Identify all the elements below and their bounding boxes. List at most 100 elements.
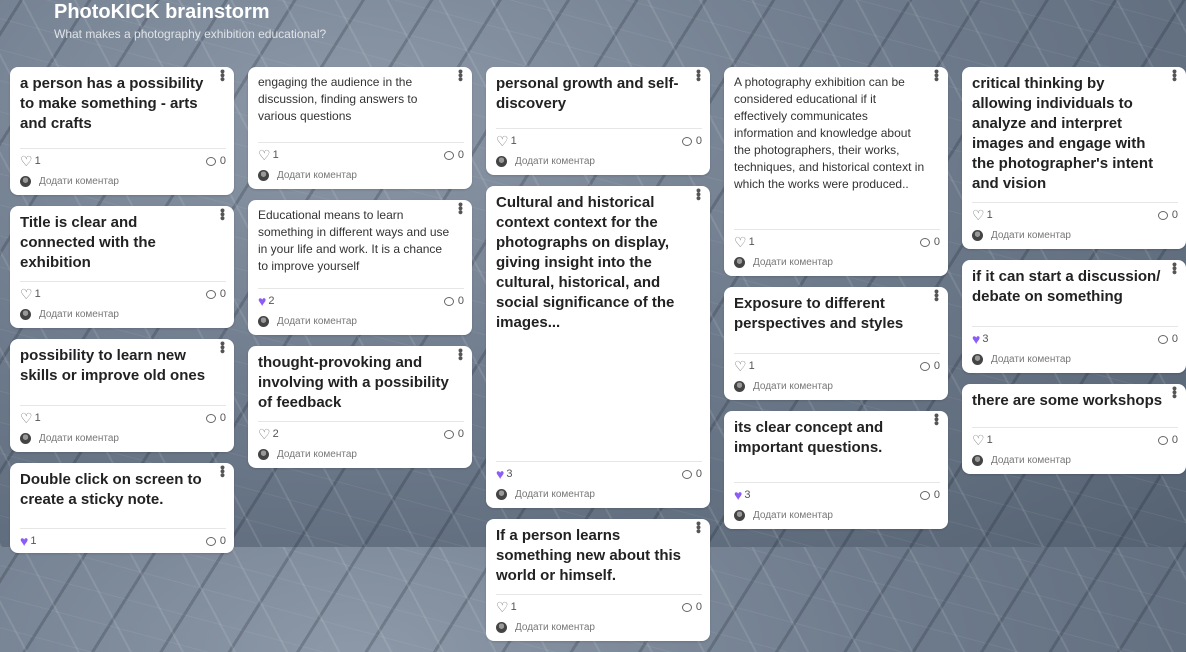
more-options-icon[interactable]: ••• (691, 521, 707, 533)
comments-button[interactable]: 0 (919, 236, 940, 248)
sticky-note[interactable]: ••• Exposure to different perspectives an… (724, 287, 948, 400)
sticky-note[interactable]: ••• there are some workshops ♡ 1 0 Додати ком… (962, 384, 1186, 474)
like-count: 3 (506, 468, 513, 480)
sticky-note[interactable]: ••• Title is clear and connected with the… (10, 206, 234, 328)
like-button[interactable]: ♥ 3 (734, 488, 750, 502)
comments-button[interactable]: 0 (1157, 209, 1178, 221)
like-button[interactable]: ♡ 1 (258, 148, 279, 162)
comments-button[interactable]: 0 (205, 288, 226, 300)
more-options-icon[interactable]: ••• (929, 289, 945, 301)
like-button[interactable]: ♥ 1 (20, 534, 36, 548)
sticky-note[interactable]: ••• Cultural and historical context conte… (486, 186, 710, 508)
like-button[interactable]: ♡ 1 (734, 359, 755, 373)
sticky-note[interactable]: ••• possibility to learn new skills or im… (10, 339, 234, 452)
like-button[interactable]: ♡ 1 (734, 235, 755, 249)
add-comment-row[interactable]: Додати коментар (496, 619, 692, 635)
comments-button[interactable]: 0 (205, 155, 226, 167)
add-comment-row[interactable]: Додати коментар (258, 167, 454, 183)
avatar (972, 454, 983, 466)
like-button[interactable]: ♡ 1 (20, 154, 41, 168)
comments-button[interactable]: 0 (681, 468, 702, 480)
add-comment-row[interactable]: Додати коментар (972, 351, 1168, 367)
heart-icon: ♥ (734, 487, 743, 503)
more-options-icon[interactable]: ••• (1167, 69, 1183, 81)
avatar (258, 448, 269, 460)
comments-button[interactable]: 0 (205, 535, 226, 547)
like-button[interactable]: ♡ 1 (972, 433, 993, 447)
add-comment-row[interactable]: Додати коментар (258, 446, 454, 462)
like-button[interactable]: ♡ 1 (496, 600, 517, 614)
more-options-icon[interactable]: ••• (929, 413, 945, 425)
comment-count: 0 (933, 236, 940, 248)
comment-bubble-icon (205, 413, 216, 423)
sticky-board[interactable]: ••• a person has a possibility to make so… (0, 0, 1186, 641)
sticky-note[interactable]: ••• Double click on screen to create a st… (10, 463, 234, 553)
comments-button[interactable]: 0 (205, 412, 226, 424)
add-comment-row[interactable]: Додати коментар (496, 486, 692, 502)
add-comment-label: Додати коментар (277, 169, 357, 181)
add-comment-row[interactable]: Додати коментар (20, 306, 216, 322)
comment-count: 0 (219, 412, 226, 424)
like-button[interactable]: ♥ 3 (496, 467, 512, 481)
sticky-note[interactable]: ••• critical thinking by allowing individ… (962, 67, 1186, 249)
sticky-note[interactable]: ••• its clear concept and important quest… (724, 411, 948, 529)
add-comment-row[interactable]: Додати коментар (734, 378, 930, 394)
sticky-note[interactable]: ••• A photography exhibition can be consi… (724, 67, 948, 276)
more-options-icon[interactable]: ••• (1167, 262, 1183, 274)
sticky-note[interactable]: ••• if it can start a discussion/ debate … (962, 260, 1186, 373)
add-comment-row[interactable]: Додати коментар (972, 452, 1168, 468)
like-button[interactable]: ♡ 1 (496, 134, 517, 148)
more-options-icon[interactable]: ••• (1167, 386, 1183, 398)
comments-button[interactable]: 0 (443, 149, 464, 161)
more-options-icon[interactable]: ••• (453, 69, 469, 81)
comments-button[interactable]: 0 (1157, 434, 1178, 446)
like-button[interactable]: ♡ 2 (258, 427, 279, 441)
more-options-icon[interactable]: ••• (215, 69, 231, 81)
note-text: a person has a possibility to make somet… (20, 75, 204, 132)
comments-button[interactable]: 0 (681, 135, 702, 147)
more-options-icon[interactable]: ••• (929, 69, 945, 81)
add-comment-row[interactable]: Додати коментар (20, 173, 216, 189)
sticky-note[interactable]: ••• a person has a possibility to make so… (10, 67, 234, 195)
add-comment-row[interactable]: Додати коментар (496, 153, 692, 169)
more-options-icon[interactable]: ••• (215, 208, 231, 220)
add-comment-row[interactable]: Додати коментар (734, 254, 930, 270)
heart-icon: ♡ (258, 147, 271, 163)
note-text: A photography exhibition can be consider… (734, 75, 925, 191)
like-button[interactable]: ♡ 1 (20, 287, 41, 301)
sticky-note[interactable]: ••• Educational means to learn something … (248, 200, 472, 335)
like-button[interactable]: ♡ 1 (972, 208, 993, 222)
comment-count: 0 (695, 468, 702, 480)
more-options-icon[interactable]: ••• (453, 202, 469, 214)
add-comment-label: Додати коментар (39, 175, 119, 187)
sticky-note[interactable]: ••• engaging the audience in the discussi… (248, 67, 472, 189)
add-comment-row[interactable]: Додати коментар (734, 507, 930, 523)
sticky-note[interactable]: ••• If a person learns something new abou… (486, 519, 710, 641)
more-options-icon[interactable]: ••• (215, 341, 231, 353)
comments-button[interactable]: 0 (919, 489, 940, 501)
more-options-icon[interactable]: ••• (453, 348, 469, 360)
avatar (734, 256, 745, 268)
comments-button[interactable]: 0 (443, 428, 464, 440)
more-options-icon[interactable]: ••• (215, 465, 231, 477)
comment-count: 0 (1171, 209, 1178, 221)
note-stats: ♡ 2 0 (258, 421, 464, 442)
add-comment-row[interactable]: Додати коментар (258, 313, 454, 329)
comments-button[interactable]: 0 (681, 601, 702, 613)
comments-button[interactable]: 0 (919, 360, 940, 372)
like-button[interactable]: ♡ 1 (20, 411, 41, 425)
sticky-note[interactable]: ••• personal growth and self-discovery ♡ 1 0… (486, 67, 710, 175)
like-button[interactable]: ♥ 2 (258, 294, 274, 308)
comments-button[interactable]: 0 (1157, 333, 1178, 345)
more-options-icon[interactable]: ••• (691, 69, 707, 81)
heart-icon: ♥ (496, 466, 505, 482)
like-button[interactable]: ♥ 3 (972, 332, 988, 346)
comment-count: 0 (457, 428, 464, 440)
add-comment-row[interactable]: Додати коментар (20, 430, 216, 446)
add-comment-row[interactable]: Додати коментар (972, 227, 1168, 243)
comments-button[interactable]: 0 (443, 295, 464, 307)
heart-icon: ♡ (20, 153, 33, 169)
sticky-note[interactable]: ••• thought-provoking and involving with … (248, 346, 472, 468)
more-options-icon[interactable]: ••• (691, 188, 707, 200)
add-comment-label: Додати коментар (515, 155, 595, 167)
